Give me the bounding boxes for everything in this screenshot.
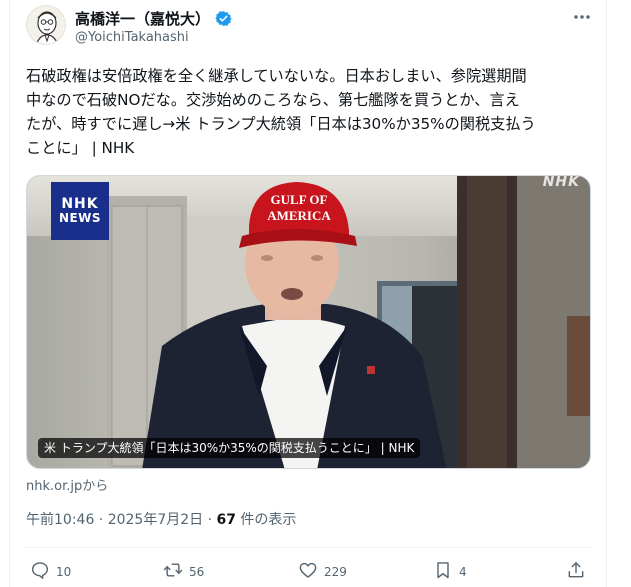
news-photo: GULF OF AMERICA: [27, 176, 590, 468]
avatar[interactable]: [26, 5, 66, 45]
tweet-text-line: 中なので石破NOだな。交渉始めのころなら、第七艦隊を買うとか、言え: [26, 91, 520, 109]
bookmark-icon: [433, 560, 453, 583]
share-icon: [566, 560, 586, 583]
like-count: 229: [324, 564, 347, 579]
author-display-name[interactable]: 高橋洋一（嘉悦大）: [75, 8, 210, 29]
more-options-icon[interactable]: [571, 8, 593, 26]
bookmark-button[interactable]: 4: [433, 560, 467, 583]
link-card-media[interactable]: GULF OF AMERICA NHK NEWS NHK 米 トランプ大統領「日…: [26, 175, 591, 469]
cap-text-line2: AMERICA: [267, 208, 331, 223]
reply-count: 10: [56, 564, 72, 579]
tweet-text-line: たが、時すでに遅し→米 トランプ大統領「日本は30%か35%の関税支払う: [26, 115, 536, 133]
view-count: 67: [216, 512, 236, 528]
tweet-timestamp[interactable]: 午前10:46 · 2025年7月2日 ·: [26, 512, 217, 528]
view-count-label: 件の表示: [235, 512, 297, 528]
reply-icon: [30, 560, 50, 583]
divider: [26, 547, 592, 548]
nhk-news-logo: NHK NEWS: [51, 182, 109, 240]
frame-border-right: [606, 0, 607, 587]
nhk-watermark: NHK: [542, 175, 580, 190]
retweet-button[interactable]: 56: [163, 560, 204, 583]
tweet-text: 石破政権は安倍政権を全く継承していないな。日本おしまい、参院選期間 中なので石破…: [26, 64, 592, 160]
tweet-text-line: ことに」 | NHK: [26, 139, 135, 157]
like-button[interactable]: 229: [298, 560, 347, 583]
link-card-caption: 米 トランプ大統領「日本は30%か35%の関税支払うことに」 | NHK: [38, 438, 421, 458]
frame-border-left: [9, 0, 10, 587]
verified-badge-icon: [215, 10, 232, 27]
author-handle[interactable]: @YoichiTakahashi: [75, 30, 189, 45]
cap-text-line1: GULF OF: [271, 192, 328, 207]
retweet-icon: [163, 560, 183, 583]
nhk-badge-line1: NHK: [61, 196, 99, 212]
retweet-count: 56: [189, 564, 205, 579]
nhk-badge-line2: NEWS: [58, 211, 102, 225]
author-name-row: 高橋洋一（嘉悦大）: [75, 8, 232, 29]
heart-icon: [298, 560, 318, 583]
tweet-meta: 午前10:46 · 2025年7月2日 · 67 件の表示: [26, 509, 296, 529]
bookmark-count: 4: [459, 564, 467, 579]
reply-button[interactable]: 10: [30, 560, 71, 583]
link-source-domain[interactable]: nhk.or.jpから: [26, 475, 108, 494]
share-button[interactable]: [566, 560, 586, 583]
tweet-text-line: 石破政権は安倍政権を全く継承していないな。日本おしまい、参院選期間: [26, 67, 527, 85]
